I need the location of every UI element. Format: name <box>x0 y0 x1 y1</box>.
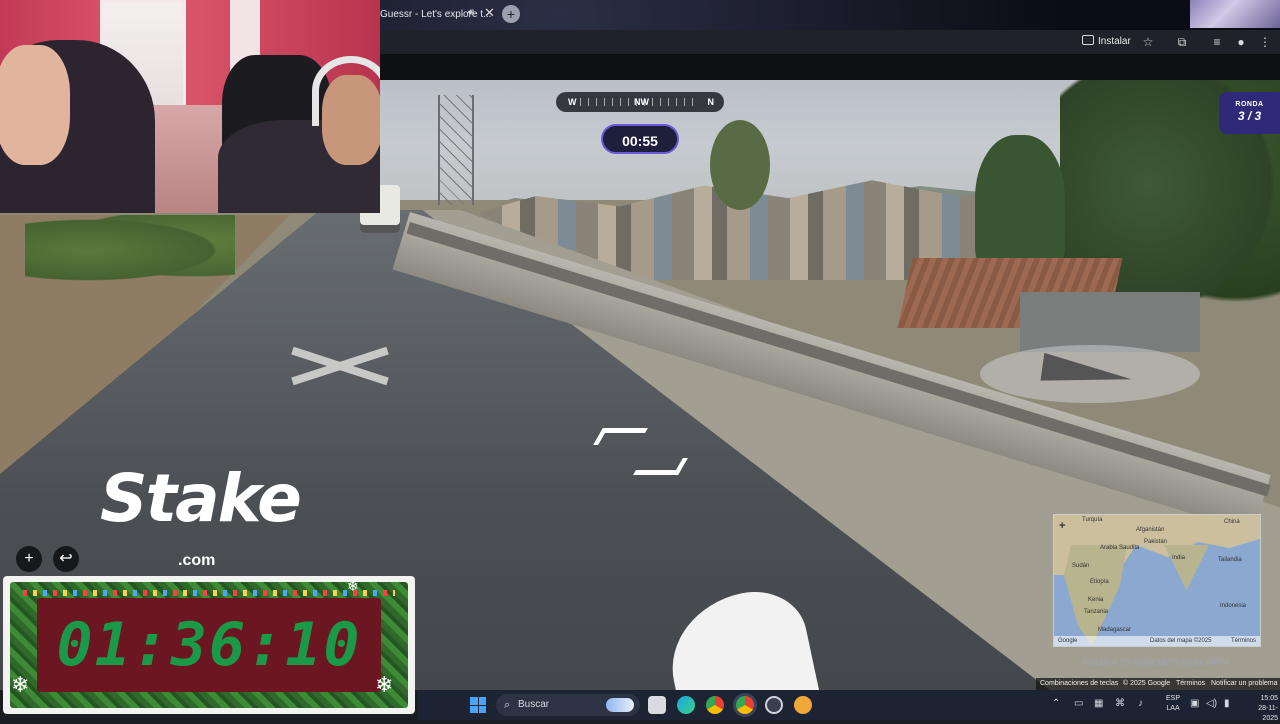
snowflake-icon: ❄ <box>347 578 359 594</box>
install-button[interactable]: Instalar <box>1082 34 1131 50</box>
countdown-digits: 01:36:10 <box>56 610 362 680</box>
zoom-in-button[interactable]: + <box>16 546 42 572</box>
guess-minimap[interactable]: + Turquía Afganistán China Pakistán Arab… <box>1053 514 1261 647</box>
profile-banner <box>1190 0 1280 28</box>
map-label: China <box>1224 519 1240 525</box>
taskbar-search[interactable]: ⌕ Buscar <box>496 694 640 716</box>
compass-heading: NW <box>634 97 649 107</box>
volume-icon[interactable]: ◁) <box>1206 698 1217 709</box>
headset <box>312 56 380 126</box>
search-highlight-icon <box>606 698 634 712</box>
language-code: ESP <box>1166 695 1181 702</box>
close-tab-icon[interactable]: ✕ <box>484 5 495 21</box>
map-landmass <box>1164 545 1209 590</box>
christmas-lights <box>23 590 395 596</box>
microphone-icon[interactable]: ♪ <box>1138 698 1143 709</box>
webcam-overlay <box>0 0 380 213</box>
map-label: Indonesia <box>1220 603 1247 609</box>
move-forward-arrow-icon[interactable] <box>980 345 1200 403</box>
round-label: RONDA <box>1235 101 1264 108</box>
clock-time: 15:05 <box>1260 695 1278 702</box>
tree <box>975 135 1065 275</box>
map-data-credit: Datos del mapa ©2025 <box>1150 638 1212 644</box>
snowflake-icon: ❄ <box>375 672 394 697</box>
layout-code: LAA <box>1166 705 1180 712</box>
bushes <box>25 215 235 285</box>
terms-link[interactable]: Términos <box>1176 678 1205 690</box>
map-zoom-in-button[interactable]: + <box>1059 520 1065 532</box>
stake-logo: Stake <box>100 460 302 537</box>
install-icon <box>1082 35 1094 45</box>
round-badge: RONDA 3 / 3 <box>1219 92 1280 134</box>
windows-taskbar: ⌕ Buscar ⌃ ▭ ▦ ⌘ ♪ ESP LAA ▣ ◁) ▮ 15:05 … <box>418 690 1280 722</box>
stake-logo-domain: .com <box>178 552 216 569</box>
browser-tab-bar: Guessr - Let's explore t... 🔊︎ ✕ + <box>380 0 1280 30</box>
compass-west: W <box>568 97 577 107</box>
tray-network-icon[interactable]: ⌘ <box>1115 698 1125 709</box>
game-header-strip <box>380 54 1280 80</box>
map-label: Pakistán <box>1144 539 1168 545</box>
map-label: Afganistán <box>1136 527 1165 533</box>
chrome-active-icon[interactable] <box>736 696 754 714</box>
chrome-icon[interactable] <box>706 696 724 714</box>
bookmark-star-icon[interactable]: ☆ <box>1141 35 1155 49</box>
map-label: Etiopía <box>1090 579 1109 585</box>
map-label: Turquía <box>1082 517 1103 523</box>
search-placeholder: Buscar <box>518 699 550 710</box>
tray-app-icon[interactable]: ▭ <box>1074 698 1083 709</box>
display-icon[interactable]: ▣ <box>1190 698 1199 709</box>
map-label: Sudán <box>1072 563 1090 569</box>
minimap-footer: Google Datos del mapa ©2025 Términos <box>1054 636 1260 646</box>
search-icon: ⌕ <box>504 699 511 711</box>
water-tower <box>438 95 474 205</box>
extensions-icon[interactable]: ⧉ <box>1175 35 1189 49</box>
map-label: Arabia Saudita <box>1100 545 1140 551</box>
snowflake-icon: ❄ <box>11 672 30 697</box>
compass: W NW N <box>556 92 724 112</box>
media-player-icon[interactable] <box>794 696 812 714</box>
map-label: Kenia <box>1088 597 1104 603</box>
map-google-logo: Google <box>1058 638 1078 644</box>
profile-avatar-icon[interactable]: ● <box>1234 35 1248 49</box>
clock-date: 28-11-2025 <box>1258 705 1278 722</box>
edge-browser-icon[interactable] <box>677 696 695 714</box>
menu-kebab-icon[interactable]: ⋮ <box>1258 35 1272 49</box>
install-label: Instalar <box>1098 36 1131 47</box>
return-to-start-button[interactable]: ↩ <box>53 546 79 572</box>
map-label: Tailandia <box>1218 557 1242 563</box>
streamer-left-face <box>0 45 70 165</box>
tray-grid-icon[interactable]: ▦ <box>1094 698 1103 709</box>
map-terms-link[interactable]: Términos <box>1231 636 1256 646</box>
map-label: Tanzania <box>1084 609 1109 615</box>
compass-north: N <box>707 97 715 107</box>
tray-chevron-icon[interactable]: ⌃ <box>1052 698 1060 709</box>
app-icon[interactable] <box>765 696 783 714</box>
google-copyright: © 2025 Google <box>1123 680 1171 687</box>
christmas-countdown: 01:36:10 ❄ ❄ ❄ <box>3 576 415 714</box>
round-value: 3 / 3 <box>1237 109 1262 123</box>
google-footer: Combinaciones de teclas © 2025 Google Té… <box>1036 678 1280 690</box>
shed <box>1020 292 1200 352</box>
speaker-icon[interactable]: 🔊︎ <box>468 7 474 18</box>
map-label: India <box>1172 555 1186 561</box>
battery-icon[interactable]: ▮ <box>1224 698 1230 709</box>
report-problem-link[interactable]: Notificar un problema <box>1211 678 1278 690</box>
new-tab-button[interactable]: + <box>502 5 520 23</box>
input-language[interactable]: ESP LAA <box>1166 694 1180 714</box>
browser-tab[interactable]: Guessr - Let's explore t... <box>380 3 500 27</box>
tree <box>710 120 770 210</box>
place-pin-hint: COLOCA TU CHINCHETA EN EL MAPA <box>1082 658 1230 667</box>
media-control-icon[interactable]: ≡ <box>1210 35 1224 49</box>
round-timer: 00:55 <box>601 124 679 154</box>
task-view-icon[interactable] <box>648 696 666 714</box>
windows-start-icon[interactable] <box>470 697 486 713</box>
map-label: Madagascar <box>1098 627 1132 633</box>
countdown-panel: 01:36:10 <box>37 598 381 692</box>
keyboard-shortcuts-link[interactable]: Combinaciones de teclas <box>1040 678 1118 690</box>
